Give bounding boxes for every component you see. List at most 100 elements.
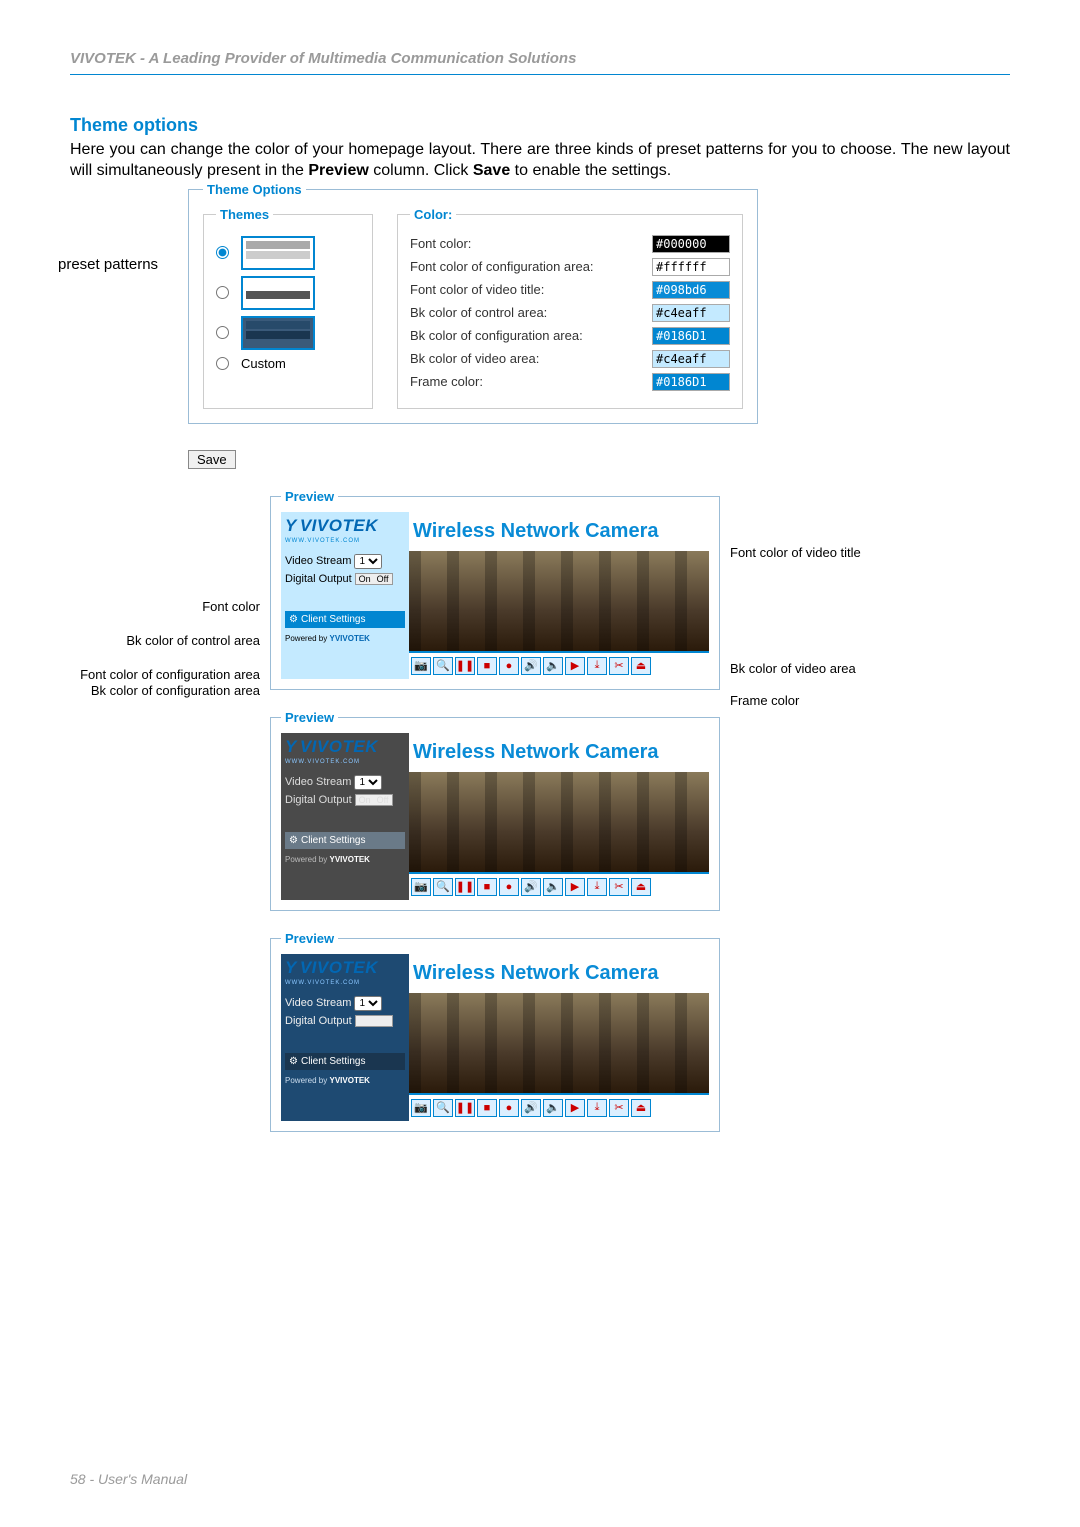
theme-radio-3[interactable] [216, 326, 229, 339]
toolbar-btn-5[interactable]: 🔊 [521, 1099, 541, 1117]
pv1-title: Wireless Network Camera [409, 512, 709, 551]
custom-label: Custom [241, 356, 286, 371]
color-label: Frame color: [410, 374, 652, 389]
preview-2: Preview YVIVOTEK WWW.VIVOTEK.COM Video S… [270, 710, 720, 911]
pv2-video-area [409, 772, 709, 872]
toolbar-btn-9[interactable]: ✂ [609, 1099, 629, 1117]
logo-sub-2: WWW.VIVOTEK.COM [285, 759, 405, 765]
video-stream-label-1: Video Stream [285, 555, 351, 567]
onoff-toggle-3[interactable]: OnOff [355, 1015, 393, 1027]
video-stream-select-1[interactable]: 1 [354, 554, 382, 569]
onoff-toggle-1[interactable]: OnOff [355, 573, 393, 585]
toolbar-btn-7[interactable]: ▶ [565, 878, 585, 896]
toolbar-btn-6[interactable]: 🔈 [543, 1099, 563, 1117]
toolbar-btn-2[interactable]: ❚❚ [455, 657, 475, 675]
toolbar-btn-4[interactable]: ● [499, 657, 519, 675]
toolbar-btn-0[interactable]: 📷 [411, 657, 431, 675]
preview-legend-3: Preview [281, 931, 338, 946]
color-row-4: Bk color of configuration area:#0186D1 [410, 327, 730, 345]
color-value-input[interactable]: #000000 [652, 235, 730, 253]
pv1-video-area [409, 551, 709, 651]
theme-swatch-3 [241, 316, 315, 350]
gear-icon: ⚙ [289, 835, 298, 846]
theme-radio-2[interactable] [216, 286, 229, 299]
color-value-input[interactable]: #c4eaff [652, 304, 730, 322]
toolbar-btn-1[interactable]: 🔍 [433, 657, 453, 675]
toolbar-btn-5[interactable]: 🔊 [521, 657, 541, 675]
toolbar-btn-1[interactable]: 🔍 [433, 1099, 453, 1117]
color-value-input[interactable]: #098bd6 [652, 281, 730, 299]
video-stream-select-3[interactable]: 1 [354, 996, 382, 1011]
color-row-2: Font color of video title:#098bd6 [410, 281, 730, 299]
preview-3: Preview YVIVOTEK WWW.VIVOTEK.COM Video S… [270, 931, 720, 1132]
intro-text-2: column. Click [369, 162, 473, 179]
poweredby-3: Powered by YVIVOTEK [285, 1076, 405, 1085]
toolbar-btn-6[interactable]: 🔈 [543, 657, 563, 675]
toolbar-btn-3[interactable]: ■ [477, 657, 497, 675]
color-row-5: Bk color of video area:#c4eaff [410, 350, 730, 368]
toolbar-btn-3[interactable]: ■ [477, 878, 497, 896]
color-value-input[interactable]: #c4eaff [652, 350, 730, 368]
toolbar-btn-0[interactable]: 📷 [411, 878, 431, 896]
intro-text-3: to enable the settings. [510, 162, 671, 179]
footer: 58 - User's Manual [70, 1471, 187, 1487]
annot-bk-video: Bk color of video area [730, 661, 856, 676]
toolbar-btn-4[interactable]: ● [499, 878, 519, 896]
toolbar-btn-8[interactable]: ⤓ [587, 657, 607, 675]
toolbar-btn-7[interactable]: ▶ [565, 1099, 585, 1117]
gear-icon: ⚙ [289, 614, 298, 625]
toolbar-btn-0[interactable]: 📷 [411, 1099, 431, 1117]
toolbar-btn-2[interactable]: ❚❚ [455, 1099, 475, 1117]
intro-paragraph: Here you can change the color of your ho… [70, 140, 1010, 182]
client-settings-btn-1[interactable]: ⚙Client Settings [285, 611, 405, 628]
video-stream-label-3: Video Stream [285, 997, 351, 1009]
toolbar-btn-5[interactable]: 🔊 [521, 878, 541, 896]
annot-bk-config: Bk color of configuration area [91, 683, 260, 698]
color-value-input[interactable]: #ffffff [652, 258, 730, 276]
pv3-title: Wireless Network Camera [409, 954, 709, 993]
toolbar-btn-1[interactable]: 🔍 [433, 878, 453, 896]
gear-icon: ⚙ [289, 1056, 298, 1067]
toolbar-btn-10[interactable]: ⏏ [631, 657, 651, 675]
logo-sub-1: WWW.VIVOTEK.COM [285, 538, 405, 544]
logo-3: YVIVOTEK [285, 958, 405, 978]
toolbar-btn-7[interactable]: ▶ [565, 657, 585, 675]
client-settings-btn-3[interactable]: ⚙Client Settings [285, 1053, 405, 1070]
toolbar-btn-9[interactable]: ✂ [609, 878, 629, 896]
annot-preset-patterns: preset patterns [58, 256, 158, 273]
theme-swatch-2 [241, 276, 315, 310]
color-value-input[interactable]: #0186D1 [652, 327, 730, 345]
video-stream-select-2[interactable]: 1 [354, 775, 382, 790]
poweredby-2: Powered by YVIVOTEK [285, 855, 405, 864]
save-button[interactable]: Save [188, 450, 236, 469]
pv2-toolbar: 📷🔍❚❚■●🔊🔈▶⤓✂⏏ [409, 872, 709, 900]
themes-legend: Themes [216, 207, 273, 222]
client-settings-btn-2[interactable]: ⚙Client Settings [285, 832, 405, 849]
theme-radio-custom[interactable] [216, 357, 229, 370]
onoff-toggle-2[interactable]: OnOff [355, 794, 393, 806]
video-stream-label-2: Video Stream [285, 776, 351, 788]
toolbar-btn-4[interactable]: ● [499, 1099, 519, 1117]
toolbar-btn-2[interactable]: ❚❚ [455, 878, 475, 896]
toolbar-btn-6[interactable]: 🔈 [543, 878, 563, 896]
color-value-input[interactable]: #0186D1 [652, 373, 730, 391]
toolbar-btn-9[interactable]: ✂ [609, 657, 629, 675]
client-settings-label-3: Client Settings [301, 1056, 365, 1067]
annot-font-color: Font color [202, 599, 260, 614]
theme-radio-1[interactable] [216, 246, 229, 259]
preview-1: Preview YVIVOTEK WWW.VIVOTEK.COM Video S… [270, 489, 720, 690]
section-title: Theme options [70, 115, 1010, 136]
toolbar-btn-8[interactable]: ⤓ [587, 878, 607, 896]
header-text: VIVOTEK - A Leading Provider of Multimed… [70, 50, 576, 67]
toolbar-btn-8[interactable]: ⤓ [587, 1099, 607, 1117]
toolbar-btn-3[interactable]: ■ [477, 1099, 497, 1117]
toolbar-btn-10[interactable]: ⏏ [631, 1099, 651, 1117]
digital-output-label-3: Digital Output [285, 1015, 352, 1027]
annot-bk-control: Bk color of control area [126, 633, 260, 648]
theme-swatch-1 [241, 236, 315, 270]
annot-font-config: Font color of configuration area [80, 667, 260, 682]
toolbar-btn-10[interactable]: ⏏ [631, 878, 651, 896]
pv3-toolbar: 📷🔍❚❚■●🔊🔈▶⤓✂⏏ [409, 1093, 709, 1121]
preview-legend-1: Preview [281, 489, 338, 504]
annot-font-video-title: Font color of video title [730, 545, 861, 560]
